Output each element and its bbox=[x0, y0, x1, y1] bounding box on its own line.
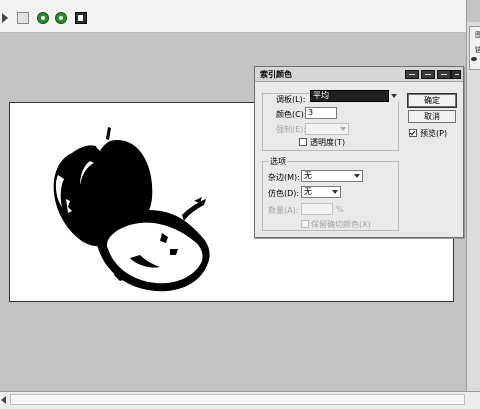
matte-select-value: 无 bbox=[304, 171, 312, 180]
preview-checkbox[interactable] bbox=[409, 129, 417, 137]
amount-unit: % bbox=[336, 205, 344, 214]
green-circle-icon[interactable] bbox=[55, 12, 67, 24]
maximize-button[interactable] bbox=[421, 70, 435, 79]
dither-select-value: 无 bbox=[304, 187, 312, 196]
status-bar bbox=[0, 391, 480, 409]
matte-select[interactable]: 无 bbox=[301, 170, 363, 182]
close-button[interactable] bbox=[451, 70, 461, 79]
side-panel: 图 链 bbox=[466, 0, 480, 391]
options-group-title: 选项 bbox=[268, 156, 288, 167]
dialog-title: 索引颜色 bbox=[260, 70, 292, 79]
chevron-down-icon bbox=[332, 190, 338, 194]
horizontal-scrollbar[interactable] bbox=[10, 394, 465, 405]
side-panel-header bbox=[467, 0, 480, 22]
amount-field[interactable] bbox=[301, 203, 333, 215]
forced-select[interactable] bbox=[305, 123, 349, 135]
colors-label: 颜色(C): bbox=[276, 110, 307, 119]
preserve-checkbox[interactable] bbox=[301, 220, 309, 228]
forced-label: 强制(E): bbox=[276, 125, 306, 134]
palette-select[interactable]: 平均 bbox=[310, 90, 389, 102]
side-tab-2[interactable]: 链 bbox=[475, 45, 480, 55]
palette-select-value: 平均 bbox=[313, 91, 329, 100]
dither-select[interactable]: 无 bbox=[301, 186, 341, 198]
chevron-down-icon bbox=[391, 94, 397, 98]
chevron-down-icon bbox=[340, 127, 346, 131]
green-circle-icon[interactable] bbox=[37, 12, 49, 24]
selection-icon[interactable] bbox=[17, 12, 29, 24]
restore-button[interactable] bbox=[437, 70, 451, 79]
top-toolbar bbox=[0, 0, 466, 33]
preserve-label: 保留确切颜色(X) bbox=[311, 220, 371, 229]
transparency-label: 透明度(T) bbox=[310, 138, 346, 147]
side-panel-tabs: 图 链 bbox=[469, 26, 480, 70]
transparency-checkbox[interactable] bbox=[299, 138, 307, 146]
palette-label: 调板(L): bbox=[276, 95, 306, 104]
matte-label: 杂边(M): bbox=[268, 173, 300, 182]
ok-button[interactable]: 确定 bbox=[407, 93, 457, 108]
palette-select-arrow-box[interactable] bbox=[389, 90, 399, 102]
side-tab-1[interactable]: 图 bbox=[475, 30, 480, 40]
palette-group: 调板(L): 平均 颜色(C): 3 强制(E): 透明度(T) bbox=[262, 90, 399, 151]
chevron-down-icon bbox=[354, 174, 360, 178]
arrow-icon[interactable] bbox=[2, 13, 8, 23]
minimize-button[interactable] bbox=[405, 70, 419, 79]
dialog-titlebar[interactable]: 索引颜色 bbox=[255, 67, 463, 82]
dither-label: 仿色(D): bbox=[268, 189, 300, 198]
colors-field[interactable]: 3 bbox=[305, 107, 337, 119]
amount-label: 数量(A): bbox=[268, 206, 299, 215]
eye-icon[interactable] bbox=[471, 57, 477, 61]
cancel-button[interactable]: 取消 bbox=[408, 110, 456, 123]
paste-icon[interactable] bbox=[75, 12, 87, 24]
indexed-color-dialog: 索引颜色 调板(L): 平均 颜色(C): 3 强制(E): 透明度(T) 选项… bbox=[254, 66, 464, 238]
options-group: 选项 杂边(M): 无 仿色(D): 无 数量(A): % 保留确切颜色(X) bbox=[262, 156, 399, 231]
preview-label: 预览(P) bbox=[420, 129, 448, 138]
scroll-left-icon[interactable] bbox=[1, 396, 6, 404]
